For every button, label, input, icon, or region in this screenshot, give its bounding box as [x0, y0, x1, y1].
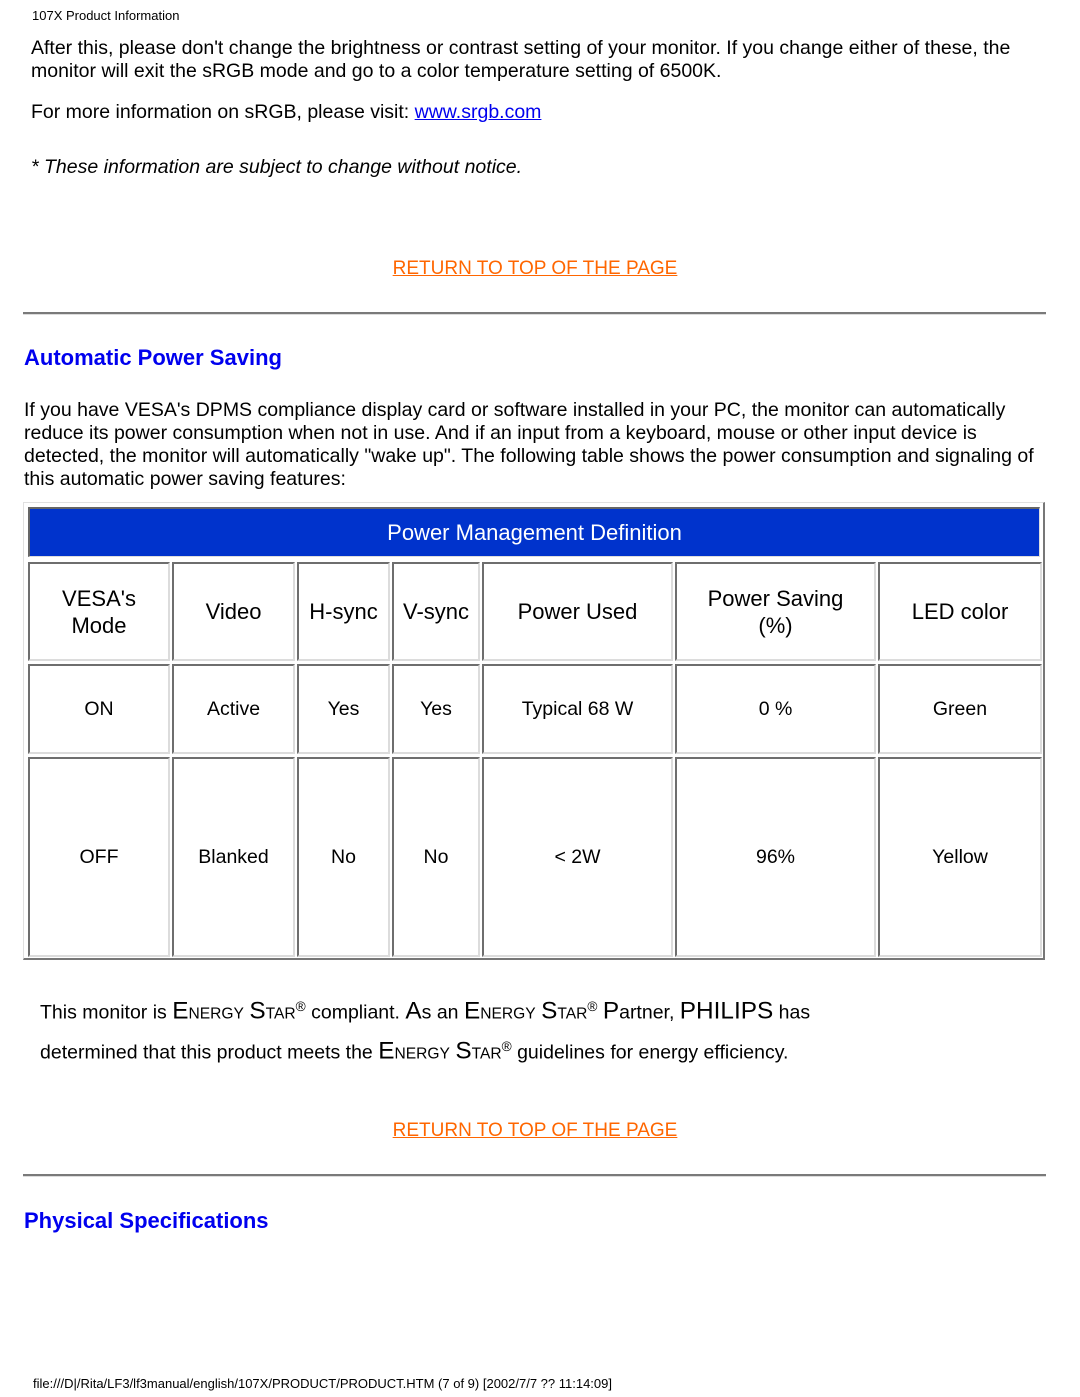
- table-cell: 96%: [675, 757, 876, 957]
- energy-star-line-2: determined that this product meets the E…: [40, 1037, 789, 1064]
- srgb-paragraph: After this, please don't change the brig…: [31, 37, 1011, 82]
- section-title-physical-specifications: Physical Specifications: [24, 1208, 269, 1233]
- power-saving-paragraph: If you have VESA's DPMS compliance displ…: [24, 399, 1034, 490]
- column-header-label: Power Used: [517, 599, 638, 624]
- energy-star-line-1: This monitor is ENERGY STAR® compliant. …: [40, 997, 811, 1025]
- divider: [23, 312, 1046, 315]
- column-header: Power Used: [482, 562, 673, 661]
- table-cell: Active: [172, 664, 295, 754]
- power-table-title: Power Management Definition: [28, 507, 1040, 557]
- table-cell: Green: [878, 664, 1042, 754]
- column-header: V-sync: [392, 562, 480, 661]
- table-cell: Yes: [392, 664, 480, 754]
- return-to-top-link[interactable]: RETURN TO TOP OF THE PAGE: [0, 258, 1070, 280]
- column-header: Video: [172, 562, 295, 661]
- page-footer-path: file:///D|/Rita/LF3/lf3manual/english/10…: [33, 1376, 612, 1391]
- column-header: VESA's Mode: [28, 562, 170, 661]
- table-cell: OFF: [28, 757, 170, 957]
- column-header-label: LED color: [911, 599, 1009, 624]
- column-header-label: VESA's Mode: [62, 585, 136, 638]
- return-to-top-link[interactable]: RETURN TO TOP OF THE PAGE: [0, 1120, 1070, 1142]
- table-cell: ON: [28, 664, 170, 754]
- column-header-label: Video: [205, 599, 262, 624]
- table-cell: Blanked: [172, 757, 295, 957]
- more-info-text: For more information on sRGB, please vis…: [31, 101, 415, 123]
- brand-philips: PHILIPS: [679, 997, 774, 1025]
- section-title-automatic-power-saving: Automatic Power Saving: [24, 345, 282, 370]
- column-header-label: V-sync: [402, 599, 470, 624]
- divider: [23, 1174, 1046, 1177]
- column-header-label: Power Saving (%): [707, 585, 844, 638]
- table-cell: No: [392, 757, 480, 957]
- table-cell: Yellow: [878, 757, 1042, 957]
- srgb-more-info: For more information on sRGB, please vis…: [31, 101, 541, 124]
- table-cell: 0 %: [675, 664, 876, 754]
- srgb-link[interactable]: www.srgb.com: [415, 101, 542, 123]
- table-cell: No: [297, 757, 390, 957]
- table-cell: < 2W: [482, 757, 673, 957]
- energy-star-statement: This monitor is ENERGY STAR® compliant. …: [40, 991, 1050, 1070]
- change-notice: * These information are subject to chang…: [31, 156, 523, 178]
- column-header: Power Saving (%): [675, 562, 876, 661]
- table-cell: Typical 68 W: [482, 664, 673, 754]
- column-header: LED color: [878, 562, 1042, 661]
- running-head: 107X Product Information: [32, 8, 180, 23]
- column-header: H-sync: [297, 562, 390, 661]
- column-header-label: H-sync: [309, 599, 378, 624]
- table-cell: Yes: [297, 664, 390, 754]
